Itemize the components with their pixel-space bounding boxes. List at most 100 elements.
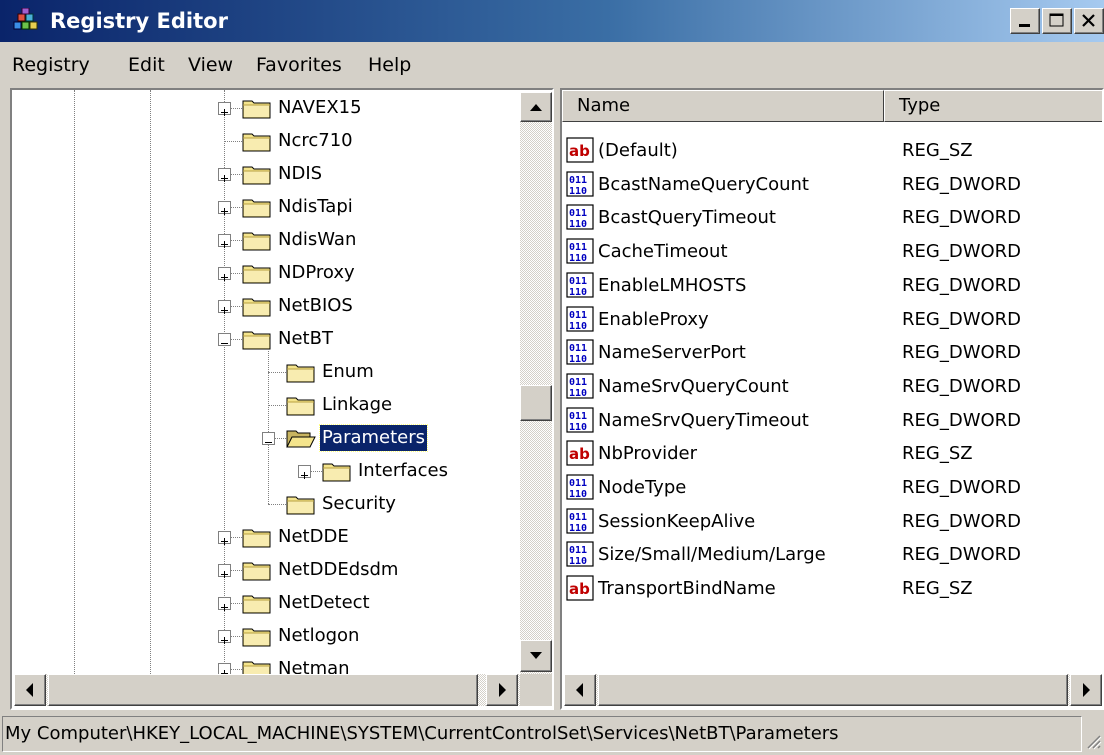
tree-scroll-down-button[interactable] [520,640,552,672]
value-name[interactable]: EnableLMHOSTS [598,273,746,299]
value-name[interactable]: CacheTimeout [598,239,728,265]
value-name[interactable]: TransportBindName [598,576,776,602]
tree-item-label[interactable]: Interfaces [356,458,450,484]
value-row[interactable]: 011 110 BcastNameQueryCount REG_DWORD [562,168,1102,201]
value-name[interactable]: BcastNameQueryCount [598,172,809,198]
tree-scroll-left-button[interactable] [14,674,46,706]
value-name[interactable]: NameSrvQueryCount [598,374,789,400]
expand-icon[interactable] [218,201,231,215]
tree-item-label[interactable]: Ncrc710 [276,128,355,154]
value-name[interactable]: Size/Small/Medium/Large [598,542,826,568]
tree-item[interactable]: Linkage [12,389,512,422]
tree-item-label[interactable]: NetBIOS [276,293,355,319]
tree-item-label[interactable]: NdisWan [276,227,358,253]
tree-item-label[interactable]: NDIS [276,161,324,187]
value-row[interactable]: 011 110 SessionKeepAlive REG_DWORD [562,505,1102,538]
registry-editor-app-icon[interactable] [12,8,40,34]
menu-edit[interactable]: Edit [128,52,165,78]
close-button[interactable] [1074,8,1104,34]
value-name[interactable]: NbProvider [598,441,697,467]
tree-item[interactable]: Ncrc710 [12,125,512,158]
resize-grip-icon[interactable] [1084,732,1102,752]
value-row[interactable]: ab NbProvider REG_SZ [562,437,1102,470]
column-header-name[interactable]: Name [562,90,884,122]
value-type: REG_DWORD [902,309,1022,330]
list-scroll-right-button[interactable] [1070,674,1102,706]
value-row[interactable]: ab TransportBindName REG_SZ [562,572,1102,605]
tree-item[interactable]: NAVEX15 [12,92,512,125]
key-tree-pane[interactable]: NAVEX15 Ncrc710 NDIS NdisTapi NdisWan NDProxy… [10,88,554,710]
tree-item[interactable]: Netlogon [12,620,512,653]
expand-icon[interactable] [218,267,231,281]
tree-item-label[interactable]: Parameters [318,424,429,452]
list-horizontal-scroll-thumb[interactable] [598,674,1068,706]
tree-item[interactable]: NetBT [12,323,512,356]
value-row[interactable]: ab (Default) REG_SZ [562,134,1102,167]
collapse-icon[interactable] [262,432,275,445]
value-row[interactable]: 011 110 Size/Small/Medium/Large REG_DWORD [562,538,1102,571]
expand-icon[interactable] [218,234,231,248]
menu-help[interactable]: Help [368,52,411,78]
tree-item-label[interactable]: Security [320,491,398,517]
tree-horizontal-scroll-thumb[interactable] [48,674,478,706]
value-row[interactable]: 011 110 EnableLMHOSTS REG_DWORD [562,269,1102,302]
tree-item-label[interactable]: NetBT [276,326,335,352]
tree-item[interactable]: NDProxy [12,257,512,290]
tree-item-label[interactable]: Linkage [320,392,394,418]
tree-scroll-right-button[interactable] [486,674,518,706]
expand-icon[interactable] [218,630,231,644]
tree-item-label[interactable]: NetDetect [276,590,372,616]
menu-view[interactable]: View [188,52,233,78]
expand-icon[interactable] [218,102,231,116]
tree-item[interactable]: NetDetect [12,587,512,620]
tree-item-label[interactable]: NDProxy [276,260,357,286]
tree-item[interactable]: NetDDEdsdm [12,554,512,587]
tree-item-label[interactable]: NetDDE [276,524,351,550]
value-name[interactable]: EnableProxy [598,307,709,333]
collapse-icon[interactable] [218,333,231,346]
tree-item-label[interactable]: Enum [320,359,376,385]
value-name[interactable]: NodeType [598,475,686,501]
tree-item[interactable]: Parameters [12,422,512,455]
minimize-button[interactable] [1010,8,1040,34]
tree-item-label[interactable]: NAVEX15 [276,95,364,121]
column-header-type[interactable]: Type [884,90,1102,122]
value-row[interactable]: 011 110 NodeType REG_DWORD [562,471,1102,504]
tree-scroll-up-button[interactable] [520,92,552,122]
maximize-button[interactable] [1042,8,1072,34]
value-list-pane[interactable]: Name Type ab (Default) REG_SZ 011 110 BcastNa… [560,88,1104,710]
value-row[interactable]: 011 110 NameSrvQueryCount REG_DWORD [562,370,1102,403]
expand-icon[interactable] [298,465,311,479]
value-row[interactable]: 011 110 BcastQueryTimeout REG_DWORD [562,201,1102,234]
tree-item[interactable]: Interfaces [12,455,512,488]
tree-item[interactable]: Security [12,488,512,521]
list-scroll-left-button[interactable] [564,674,596,706]
tree-item[interactable]: NetDDE [12,521,512,554]
menu-registry[interactable]: Registry [12,52,90,78]
value-row[interactable]: 011 110 NameSrvQueryTimeout REG_DWORD [562,404,1102,437]
value-row[interactable]: 011 110 EnableProxy REG_DWORD [562,303,1102,336]
value-name[interactable]: BcastQueryTimeout [598,205,776,231]
value-row[interactable]: 011 110 NameServerPort REG_DWORD [562,336,1102,369]
expand-icon[interactable] [218,168,231,182]
expand-icon[interactable] [218,300,231,314]
expand-icon[interactable] [218,564,231,578]
folder-icon [242,529,271,548]
tree-item-label[interactable]: NetDDEdsdm [276,557,400,583]
value-name[interactable]: (Default) [598,138,678,164]
value-name[interactable]: NameSrvQueryTimeout [598,408,809,434]
tree-item[interactable]: NDIS [12,158,512,191]
tree-item[interactable]: NdisTapi [12,191,512,224]
expand-icon[interactable] [218,597,231,611]
tree-item[interactable]: Enum [12,356,512,389]
expand-icon[interactable] [218,531,231,545]
tree-vertical-scroll-thumb[interactable] [520,385,552,421]
tree-item-label[interactable]: Netlogon [276,623,361,649]
value-name[interactable]: SessionKeepAlive [598,509,755,535]
menu-favorites[interactable]: Favorites [256,52,342,78]
tree-item[interactable]: NdisWan [12,224,512,257]
tree-item-label[interactable]: NdisTapi [276,194,355,220]
value-name[interactable]: NameServerPort [598,340,746,366]
tree-item[interactable]: NetBIOS [12,290,512,323]
value-row[interactable]: 011 110 CacheTimeout REG_DWORD [562,235,1102,268]
